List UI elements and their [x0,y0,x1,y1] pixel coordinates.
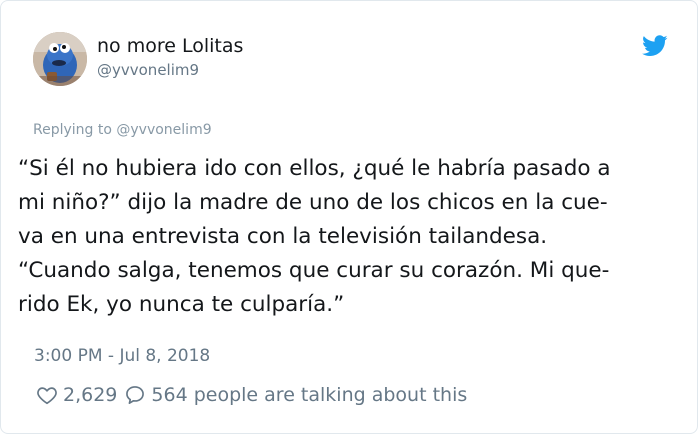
tweet-actions: 2,629 564 people are talking about this [36,382,467,408]
likes-count[interactable]: 2,629 [63,384,117,406]
replying-to[interactable]: Replying to @yvvonelim9 [33,120,212,140]
twitter-bird-icon[interactable] [642,35,668,57]
avatar-image [33,32,87,86]
user-handle[interactable]: @yvvonelim9 [97,60,199,80]
tweet-text: “Si él no hubiera ido con ellos, ¿qué le… [18,152,690,322]
tweet-text-line: “Si él no hubiera ido con ellos, ¿qué le… [18,156,611,181]
display-name[interactable]: no more Lolitas [97,34,243,58]
avatar[interactable] [33,32,87,86]
tweet-timestamp[interactable]: 3:00 PM - Jul 8, 2018 [34,345,210,367]
conversation-link[interactable]: 564 people are talking about this [151,384,467,406]
tweet-text-line: “Cuando salga, tenemos que curar su cora… [18,258,610,283]
tweet-card: no more Lolitas @yvvonelim9 Replying to … [0,0,698,434]
tweet-text-line: va en una entrevista con la televisión t… [18,224,548,249]
tweet-text-line: rido Ek, yo nunca te culparía.” [18,292,345,317]
heart-outline-icon[interactable] [36,384,58,406]
tweet-text-line: mi niño?” dijo la madre de uno de los ch… [18,190,608,215]
speech-bubble-icon[interactable] [124,384,146,406]
